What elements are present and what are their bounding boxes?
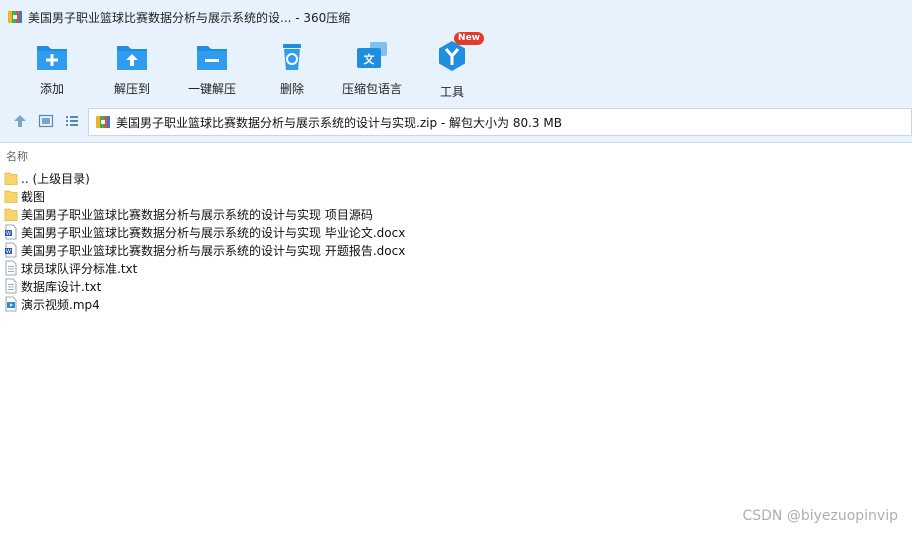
file-name: 数据库设计.txt <box>21 279 102 294</box>
list-item[interactable]: 数据库设计.txt <box>0 277 912 295</box>
title-bar: 美国男子职业篮球比赛数据分析与展示系统的设... - 360压缩 <box>0 0 912 34</box>
tools-label: 工具 <box>439 85 464 99</box>
tools-icon-wrap: New <box>434 32 484 77</box>
language-label: 压缩包语言 <box>341 82 402 96</box>
list-item[interactable]: 球员球队评分标准.txt <box>0 259 912 277</box>
file-list: 名称 .. (上级目录) 截图 美国男子职业篮球比赛数据分析与展示系统的设计与实… <box>0 143 912 534</box>
file-name: 球员球队评分标准.txt <box>21 261 138 276</box>
one-click-extract-label: 一键解压 <box>187 82 236 96</box>
file-name: .. (上级目录) <box>21 171 90 186</box>
window-title: 美国男子职业篮球比赛数据分析与展示系统的设... - 360压缩 <box>28 10 351 25</box>
watermark-text: CSDN @biyezuopinvip <box>742 508 898 524</box>
tools-button[interactable]: New 工具 <box>412 32 492 99</box>
add-label: 添加 <box>39 82 64 96</box>
add-icon <box>37 46 67 70</box>
file-name: 美国男子职业篮球比赛数据分析与展示系统的设计与实现 开题报告.docx <box>21 243 406 258</box>
extract-to-button[interactable]: 解压到 <box>92 38 172 98</box>
delete-icon <box>283 44 301 70</box>
text-file-icon <box>5 278 17 294</box>
list-view-icon[interactable] <box>64 113 80 129</box>
list-item[interactable]: W 美国男子职业篮球比赛数据分析与展示系统的设计与实现 毕业论文.docx <box>0 223 912 241</box>
one-click-extract-button[interactable]: 一键解压 <box>172 38 252 98</box>
svg-text:W: W <box>6 231 11 237</box>
language-button[interactable]: 文 压缩包语言 <box>332 38 412 98</box>
up-arrow-icon[interactable] <box>12 113 28 129</box>
folder-icon <box>4 190 18 203</box>
toolbar: 添加 解压到 一键解压 删除 文 压缩包语言 New 工具 <box>0 32 912 102</box>
file-name: 美国男子职业篮球比赛数据分析与展示系统的设计与实现 项目源码 <box>21 207 373 222</box>
file-name: 美国男子职业篮球比赛数据分析与展示系统的设计与实现 毕业论文.docx <box>21 225 406 240</box>
zip-file-icon <box>96 116 110 128</box>
file-name: 截图 <box>21 189 46 204</box>
video-file-icon <box>5 296 17 312</box>
word-document-icon: W <box>5 242 17 258</box>
archive-app-icon <box>8 11 22 23</box>
thumbnail-view-icon[interactable] <box>38 113 54 129</box>
folder-icon <box>4 208 18 221</box>
list-item[interactable]: 演示视频.mp4 <box>0 295 912 313</box>
extract-to-label: 解压到 <box>113 82 150 96</box>
list-item[interactable]: .. (上级目录) <box>0 169 912 187</box>
word-document-icon: W <box>5 224 17 240</box>
svg-text:文: 文 <box>364 52 376 66</box>
new-badge: New <box>454 32 484 45</box>
list-item[interactable]: W 美国男子职业篮球比赛数据分析与展示系统的设计与实现 开题报告.docx <box>0 241 912 259</box>
extract-to-icon <box>117 46 147 70</box>
path-field[interactable]: 美国男子职业篮球比赛数据分析与展示系统的设计与实现.zip - 解包大小为 80… <box>88 108 912 136</box>
folder-icon <box>4 172 18 185</box>
one-click-extract-icon <box>197 46 227 70</box>
delete-button[interactable]: 删除 <box>252 38 332 98</box>
file-rows: .. (上级目录) 截图 美国男子职业篮球比赛数据分析与展示系统的设计与实现 项… <box>0 169 912 313</box>
address-bar: 美国男子职业篮球比赛数据分析与展示系统的设计与实现.zip - 解包大小为 80… <box>0 102 912 143</box>
svg-text:W: W <box>6 249 11 255</box>
delete-label: 删除 <box>279 82 304 96</box>
path-text: 美国男子职业篮球比赛数据分析与展示系统的设计与实现.zip - 解包大小为 80… <box>116 115 562 130</box>
file-name: 演示视频.mp4 <box>21 297 100 312</box>
language-icon: 文 <box>357 42 387 68</box>
list-item[interactable]: 美国男子职业篮球比赛数据分析与展示系统的设计与实现 项目源码 <box>0 205 912 223</box>
add-button[interactable]: 添加 <box>12 38 92 98</box>
list-item[interactable]: 截图 <box>0 187 912 205</box>
column-header-name[interactable]: 名称 <box>6 148 28 164</box>
text-file-icon <box>5 260 17 276</box>
